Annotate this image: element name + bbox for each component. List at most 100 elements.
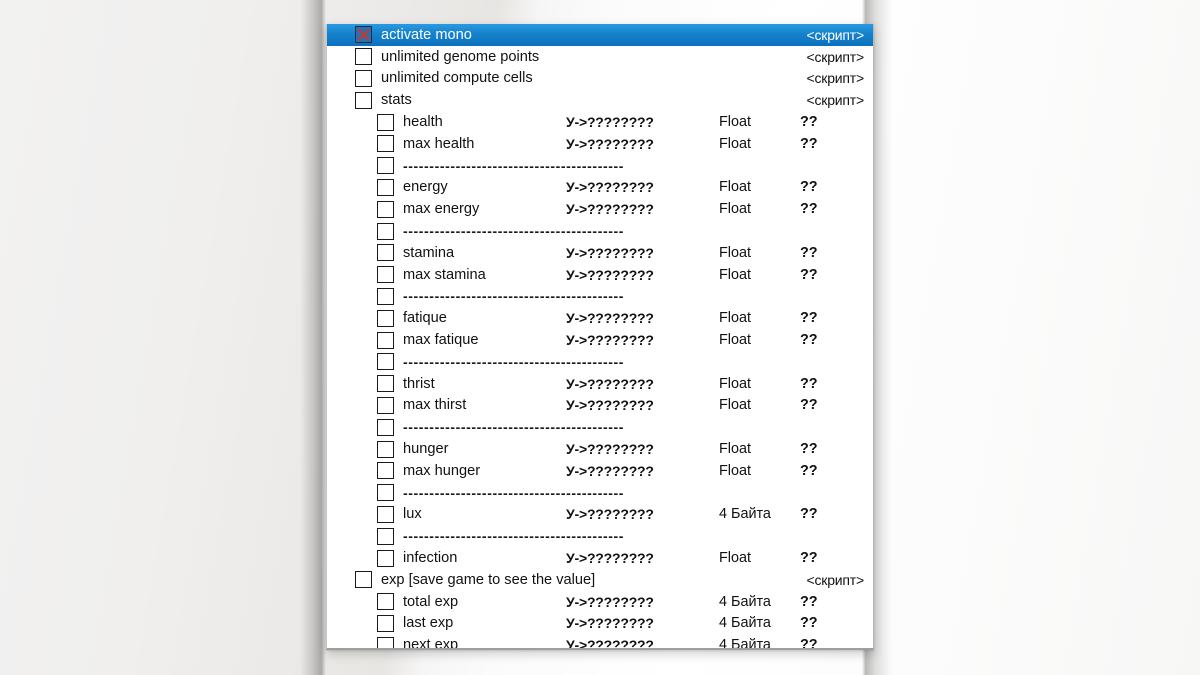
table-row[interactable]: max energy У->???????? Float??	[327, 198, 873, 220]
row-label: energy	[403, 179, 448, 196]
table-row[interactable]: stats <скрипт>	[327, 89, 873, 111]
row-type: Float	[719, 550, 751, 567]
checkbox-icon[interactable]	[377, 331, 394, 349]
row-label: max hunger	[403, 462, 481, 479]
table-row[interactable]: energy У->???????? Float??	[327, 177, 873, 199]
checkbox-icon[interactable]	[377, 527, 394, 545]
row-label: infection	[403, 550, 458, 567]
table-row[interactable]: ----------------------------------------…	[327, 416, 873, 438]
checkbox-icon[interactable]	[377, 418, 394, 436]
row-label: hunger	[403, 441, 449, 458]
checkbox-icon[interactable]	[355, 48, 372, 66]
checkbox-icon[interactable]	[377, 157, 394, 175]
row-address: У->????????	[566, 550, 654, 567]
row-type: Float	[719, 201, 751, 218]
row-label: thrist	[403, 375, 435, 392]
row-script-marker: <скрипт>	[806, 92, 865, 109]
row-address: У->????????	[566, 375, 654, 392]
table-row[interactable]: last exp У->???????? 4 Байта??	[327, 613, 873, 635]
table-row[interactable]: unlimited compute cells <скрипт>	[327, 68, 873, 90]
checkbox-icon[interactable]	[377, 200, 394, 218]
row-type: Float	[719, 266, 751, 283]
row-label: next exp	[403, 637, 459, 650]
table-row[interactable]: activate mono <скрипт>	[327, 24, 873, 46]
table-row[interactable]: ----------------------------------------…	[327, 155, 873, 177]
table-row[interactable]: thrist У->???????? Float??	[327, 373, 873, 395]
table-row[interactable]: ----------------------------------------…	[327, 220, 873, 242]
row-value: ??	[800, 332, 818, 349]
checkbox-icon[interactable]	[377, 505, 394, 523]
checkbox-icon[interactable]	[377, 593, 394, 611]
row-script-marker: <скрипт>	[806, 26, 865, 43]
row-value: ??	[800, 397, 818, 414]
row-type: Float	[719, 179, 751, 196]
checkbox-icon[interactable]	[377, 440, 394, 458]
checkbox-icon[interactable]	[355, 91, 372, 109]
checkbox-icon[interactable]	[377, 287, 394, 305]
row-value: ??	[800, 441, 818, 458]
checkbox-icon[interactable]	[377, 396, 394, 414]
table-row[interactable]: infection У->???????? Float??	[327, 547, 873, 569]
row-script-marker: <скрипт>	[806, 48, 865, 65]
table-row[interactable]: health У->???????? Float??	[327, 111, 873, 133]
row-value: ??	[800, 550, 818, 567]
table-row[interactable]: fatique У->???????? Float??	[327, 307, 873, 329]
table-row[interactable]: ----------------------------------------…	[327, 482, 873, 504]
row-type: Float	[719, 332, 751, 349]
checkbox-checked-icon[interactable]	[355, 26, 372, 44]
table-row[interactable]: lux У->???????? 4 Байта??	[327, 504, 873, 526]
row-address: У->????????	[566, 615, 654, 632]
row-address: У->????????	[566, 506, 654, 523]
checkbox-icon[interactable]	[377, 266, 394, 284]
table-row[interactable]: ----------------------------------------…	[327, 286, 873, 308]
row-label: max fatique	[403, 332, 479, 349]
checkbox-icon[interactable]	[377, 484, 394, 502]
checkbox-icon[interactable]	[377, 244, 394, 262]
checkbox-icon[interactable]	[355, 69, 372, 87]
checkbox-icon[interactable]	[377, 309, 394, 327]
row-address: У->????????	[566, 397, 654, 414]
row-label: max stamina	[403, 266, 486, 283]
checkbox-icon[interactable]	[377, 222, 394, 240]
row-type: Float	[719, 441, 751, 458]
row-address: У->????????	[566, 310, 654, 327]
checkbox-icon[interactable]	[377, 178, 394, 196]
row-value: ??	[800, 244, 818, 261]
table-row[interactable]: max hunger У->???????? Float??	[327, 460, 873, 482]
table-row[interactable]: stamina У->???????? Float??	[327, 242, 873, 264]
table-row[interactable]: ----------------------------------------…	[327, 525, 873, 547]
checkbox-icon[interactable]	[377, 462, 394, 480]
row-value: ??	[800, 179, 818, 196]
checkbox-icon[interactable]	[377, 135, 394, 153]
row-type: 4 Байта	[719, 615, 771, 632]
checkbox-icon[interactable]	[355, 571, 372, 589]
row-type: 4 Байта	[719, 506, 771, 523]
table-row[interactable]: max stamina У->???????? Float??	[327, 264, 873, 286]
checkbox-icon[interactable]	[377, 353, 394, 371]
row-value: ??	[800, 310, 818, 327]
table-row[interactable]: next exp У->???????? 4 Байта??	[327, 634, 873, 650]
row-address: У->????????	[566, 201, 654, 218]
row-type: Float	[719, 310, 751, 327]
table-row[interactable]: exp [save game to see the value] <скрипт>	[327, 569, 873, 591]
row-value: ??	[800, 506, 818, 523]
checkbox-icon[interactable]	[377, 113, 394, 131]
table-row[interactable]: hunger У->???????? Float??	[327, 438, 873, 460]
checkbox-icon[interactable]	[377, 549, 394, 567]
row-type: Float	[719, 135, 751, 152]
row-type: Float	[719, 244, 751, 261]
checkbox-icon[interactable]	[377, 614, 394, 632]
row-type: Float	[719, 462, 751, 479]
table-row[interactable]: unlimited genome points <скрипт>	[327, 46, 873, 68]
row-label: health	[403, 114, 443, 131]
table-row[interactable]: max health У->???????? Float??	[327, 133, 873, 155]
table-row[interactable]: max thirst У->???????? Float??	[327, 395, 873, 417]
checkbox-icon[interactable]	[377, 636, 394, 648]
row-label: fatique	[403, 310, 447, 327]
checkbox-icon[interactable]	[377, 375, 394, 393]
table-row[interactable]: total exp У->???????? 4 Байта??	[327, 591, 873, 613]
table-row[interactable]: max fatique У->???????? Float??	[327, 329, 873, 351]
table-row[interactable]: ----------------------------------------…	[327, 351, 873, 373]
row-label: unlimited genome points	[381, 48, 540, 65]
row-label: max health	[403, 135, 475, 152]
